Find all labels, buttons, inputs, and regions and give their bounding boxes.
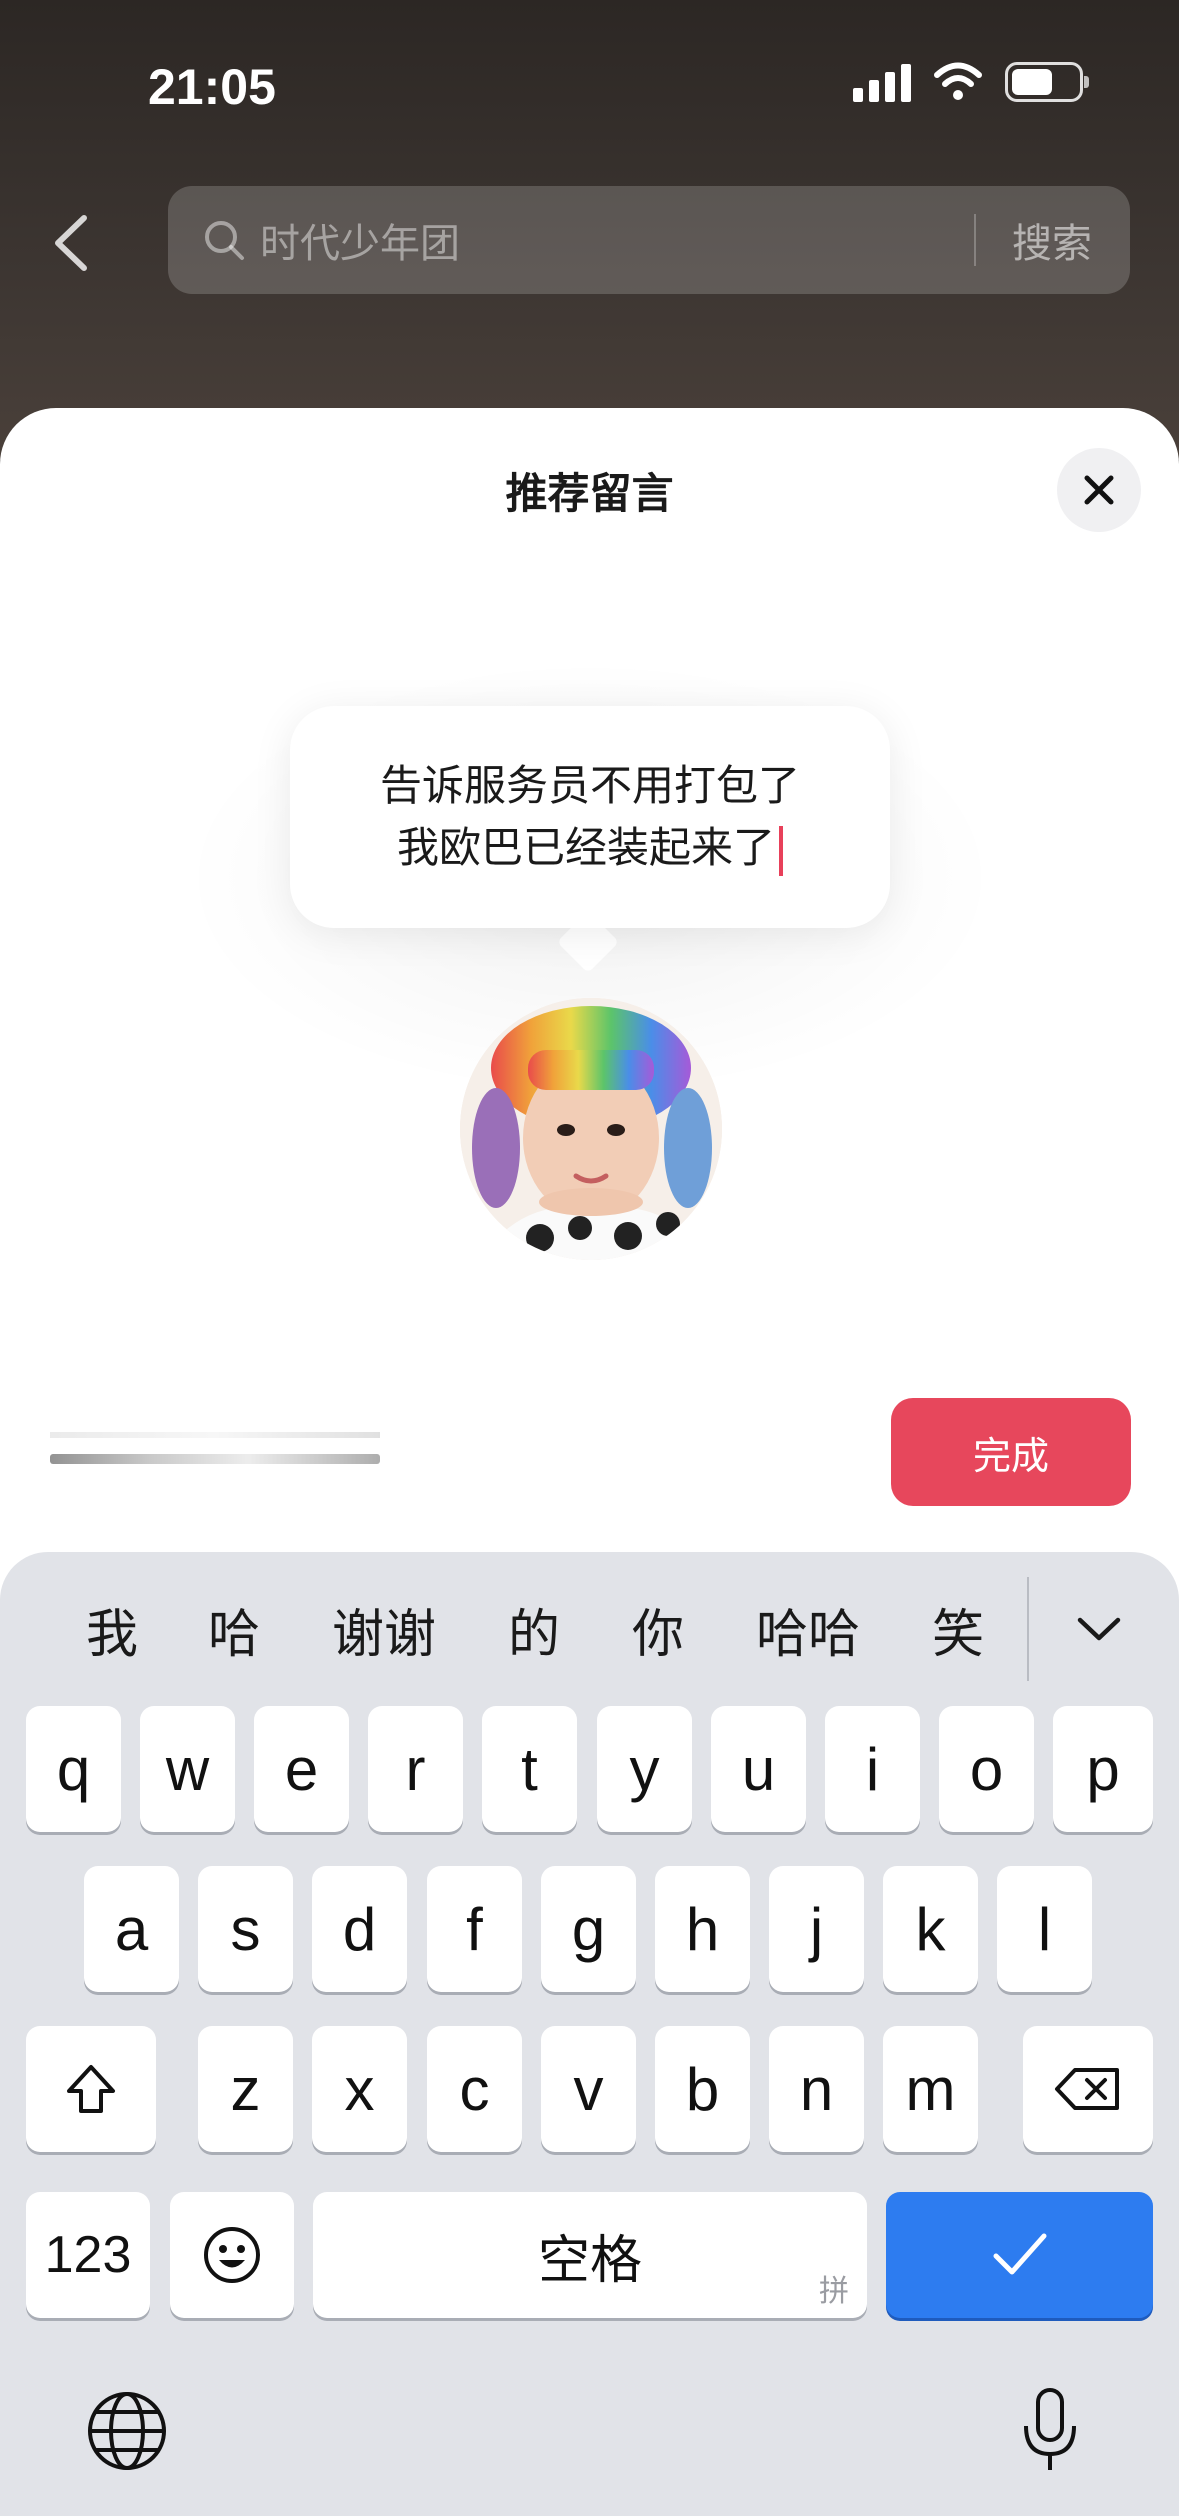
- pinyin-indicator: 拼: [819, 2275, 849, 2308]
- key-x[interactable]: x: [312, 2026, 407, 2152]
- done-button[interactable]: 完成: [891, 1398, 1131, 1506]
- candidate-word[interactable]: 你: [632, 1592, 684, 1667]
- keyboard: 我 哈 谢谢 的 你 哈哈 笑 q w e r t y u i o p a s …: [0, 1552, 1179, 2516]
- key-w[interactable]: w: [140, 1706, 235, 1832]
- message-line-1: 告诉服务员不用打包了: [379, 761, 800, 810]
- candidate-word[interactable]: 谢谢: [332, 1592, 436, 1667]
- numbers-key[interactable]: 123: [26, 2192, 150, 2318]
- avatar: [460, 998, 722, 1260]
- key-i[interactable]: i: [825, 1706, 920, 1832]
- avatar-image: [460, 998, 722, 1260]
- space-key[interactable]: 空格 拼: [313, 2192, 867, 2318]
- text-cursor: [779, 825, 783, 876]
- search-icon: [205, 221, 244, 260]
- key-a[interactable]: a: [84, 1866, 179, 1992]
- key-d[interactable]: d: [312, 1866, 407, 1992]
- key-u[interactable]: u: [711, 1706, 806, 1832]
- key-f[interactable]: f: [427, 1866, 522, 1992]
- blurred-username-shadow: [50, 1432, 380, 1438]
- close-button[interactable]: [1057, 448, 1141, 532]
- key-c[interactable]: c: [427, 2026, 522, 2152]
- close-icon: [1084, 475, 1114, 505]
- candidate-word[interactable]: 的: [508, 1592, 560, 1667]
- status-time: 21:05: [148, 59, 276, 115]
- back-arrow-icon[interactable]: [46, 210, 96, 276]
- candidate-word[interactable]: 哈: [208, 1592, 260, 1667]
- candidate-word[interactable]: 我: [86, 1592, 138, 1667]
- key-l[interactable]: l: [997, 1866, 1092, 1992]
- emoji-icon: [204, 2227, 260, 2283]
- chevron-down-icon[interactable]: [1074, 1604, 1124, 1654]
- key-t[interactable]: t: [482, 1706, 577, 1832]
- wifi-icon: [934, 62, 982, 100]
- key-m[interactable]: m: [883, 2026, 978, 2152]
- key-o[interactable]: o: [939, 1706, 1034, 1832]
- sheet-title: 推荐留言: [505, 469, 674, 518]
- shift-icon: [67, 2065, 115, 2113]
- battery-icon: [1005, 62, 1089, 102]
- shift-key[interactable]: [26, 2026, 156, 2152]
- blurred-username: [50, 1454, 380, 1464]
- key-s[interactable]: s: [198, 1866, 293, 1992]
- key-k[interactable]: k: [883, 1866, 978, 1992]
- message-line-2-wrap: 我欧巴已经装起来了: [397, 817, 783, 879]
- key-b[interactable]: b: [655, 2026, 750, 2152]
- key-n[interactable]: n: [769, 2026, 864, 2152]
- checkmark-icon: [993, 2233, 1046, 2275]
- search-input[interactable]: 时代少年团: [260, 211, 974, 269]
- space-label: 空格: [537, 2231, 642, 2290]
- emoji-key[interactable]: [170, 2192, 294, 2318]
- key-v[interactable]: v: [541, 2026, 636, 2152]
- message-line-2: 我欧巴已经装起来了: [396, 823, 775, 872]
- candidate-bar: 我 哈 谢谢 的 你 哈哈 笑: [0, 1552, 1179, 1700]
- status-icons: [853, 62, 1089, 102]
- confirm-key[interactable]: [886, 2192, 1153, 2318]
- key-g[interactable]: g: [541, 1866, 636, 1992]
- key-j[interactable]: j: [769, 1866, 864, 1992]
- key-y[interactable]: y: [597, 1706, 692, 1832]
- search-bar[interactable]: 时代少年团 搜索: [168, 186, 1130, 294]
- candidate-divider: [1027, 1577, 1029, 1681]
- message-bubble[interactable]: 告诉服务员不用打包了 我欧巴已经装起来了: [290, 706, 890, 928]
- delete-key[interactable]: [1023, 2026, 1153, 2152]
- candidate-word[interactable]: 哈哈: [756, 1592, 860, 1667]
- search-button[interactable]: 搜索: [976, 211, 1130, 269]
- key-r[interactable]: r: [368, 1706, 463, 1832]
- microphone-icon[interactable]: [1020, 2386, 1080, 2476]
- key-e[interactable]: e: [254, 1706, 349, 1832]
- key-z[interactable]: z: [198, 2026, 293, 2152]
- globe-icon[interactable]: [86, 2390, 168, 2472]
- key-p[interactable]: p: [1053, 1706, 1153, 1832]
- key-h[interactable]: h: [655, 1866, 750, 1992]
- cellular-signal-icon: [853, 62, 911, 102]
- key-q[interactable]: q: [26, 1706, 121, 1832]
- candidate-word[interactable]: 笑: [932, 1592, 984, 1667]
- delete-icon: [1055, 2068, 1119, 2110]
